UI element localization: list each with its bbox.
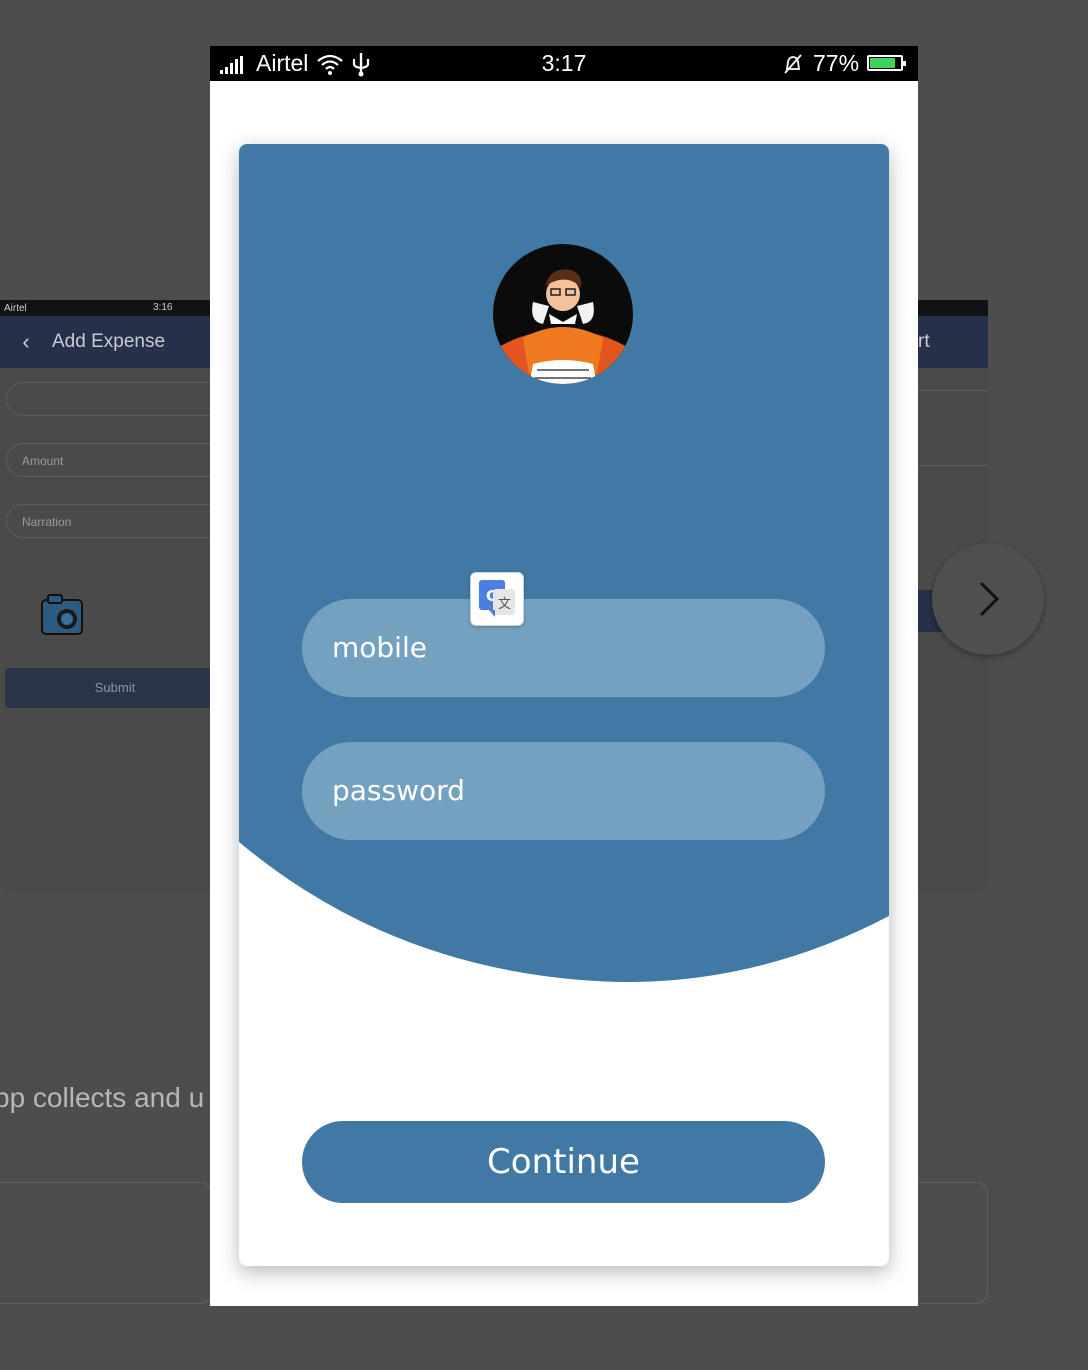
background-carrier: Airtel	[4, 302, 27, 314]
camera-icon[interactable]	[40, 592, 86, 638]
back-arrow-icon[interactable]: ‹	[0, 329, 52, 355]
battery-icon	[867, 55, 906, 71]
translate-icon[interactable]: G 文	[470, 572, 524, 626]
background-box-left	[0, 1182, 212, 1304]
mobile-input[interactable]: mobile	[302, 599, 825, 697]
background-input-right	[918, 390, 988, 466]
background-app-bar: ‹ Add Expense	[0, 316, 210, 368]
background-status-bar-right	[918, 300, 988, 316]
svg-text:文: 文	[498, 597, 511, 612]
background-blank-field[interactable]	[6, 382, 210, 416]
background-app-bar-right: rt	[918, 316, 988, 368]
status-time: 3:17	[541, 50, 587, 76]
password-placeholder: password	[332, 774, 465, 807]
background-time: 3:16	[153, 302, 173, 313]
amount-field[interactable]: Amount	[6, 443, 210, 477]
background-status-bar: Airtel 3:16	[0, 300, 210, 316]
avatar-icon	[493, 244, 633, 384]
chevron-right-icon	[979, 581, 1000, 617]
submit-button[interactable]: Submit	[5, 668, 210, 708]
background-text: pp collects and u	[0, 1082, 205, 1113]
phone-screen: Airtel 3:17 77% mobile password G 文 Cont…	[210, 46, 918, 1306]
status-bar: Airtel 3:17 77%	[210, 46, 918, 81]
next-button[interactable]	[932, 543, 1044, 655]
password-input[interactable]: password	[302, 742, 825, 840]
narration-field[interactable]: Narration	[6, 504, 210, 538]
background-title-right: rt	[918, 331, 930, 352]
mobile-placeholder: mobile	[332, 631, 427, 664]
background-title: Add Expense	[52, 331, 166, 352]
continue-button[interactable]: Continue	[302, 1121, 825, 1203]
login-card: mobile password G 文 Continue	[239, 144, 889, 1266]
background-screen-left: Airtel 3:16 ‹ Add Expense Amount Narrati…	[0, 300, 210, 892]
battery-percent: 77%	[813, 50, 860, 76]
bell-muted-icon	[784, 54, 802, 74]
